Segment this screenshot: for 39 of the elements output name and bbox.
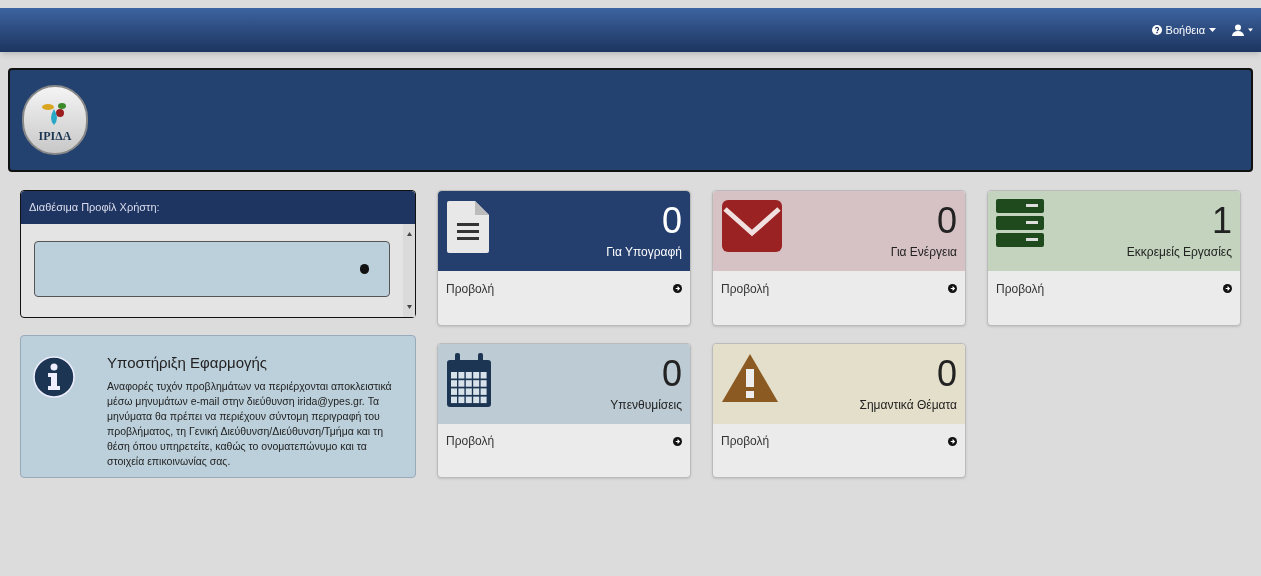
support-title: Υποστήριξη Εφαρμογής — [107, 353, 269, 373]
document-icon — [446, 199, 492, 255]
view-link[interactable]: Προβολή — [713, 271, 965, 306]
profile-item[interactable] — [34, 241, 390, 297]
count: 0 — [936, 199, 957, 243]
caret-icon — [1248, 28, 1253, 32]
info-icon — [33, 356, 75, 398]
panel-title: Διαθέσιμα Προφίλ Χρήστη: — [21, 191, 415, 224]
arrow-circle-icon — [1223, 284, 1232, 293]
scroll-down-icon — [406, 305, 412, 309]
help-menu[interactable]: Βοήθεια — [1151, 21, 1216, 39]
arrow-circle-icon — [948, 436, 957, 446]
card-label: Για Ενέργεια — [890, 244, 957, 261]
view-link[interactable]: Προβολή — [988, 271, 1240, 306]
card-label: Εκκρεμείς Εργασίες — [1126, 244, 1232, 261]
card-label: Σημαντικά Θέματα — [859, 396, 957, 414]
arrow-circle-icon — [673, 436, 682, 446]
scroll-up-icon — [406, 232, 412, 236]
user-icon — [1232, 24, 1244, 36]
scrollbar[interactable] — [403, 224, 415, 317]
arrow-circle-icon — [673, 284, 682, 293]
view-link[interactable]: Προβολή — [438, 423, 690, 459]
view-link[interactable]: Προβολή — [713, 423, 965, 459]
logo-text: ΙΡΙΔΑ — [38, 128, 72, 145]
user-menu[interactable] — [1232, 24, 1253, 36]
envelope-icon — [721, 199, 783, 253]
count: 0 — [661, 351, 682, 396]
help-icon — [1151, 25, 1162, 35]
card-label: Υπενθυμίσεις — [610, 396, 682, 414]
card-label: Για Υπογραφή — [606, 244, 682, 261]
arrow-circle-icon — [948, 284, 957, 293]
count: 0 — [936, 351, 957, 396]
support-text: Αναφορές τυχόν προβλημάτων να περιέρχονται αποκλειστικά μέσω μηνυμάτων e-mail στην διεύθυνση irida@ypes.gr. Τα μηνύματα θα πρέπει να περιέχουν σύντομη περιγραφή του προβλήματος, τη Γενική Διεύθυνση/Διεύθυνση/Τμήμα και τη θέση όπου υπηρετείτε, καθώς το ονοματεπώνυμο και τα στοιχεία επικοινωνίας σας. — [107, 378, 393, 469]
server-icon — [996, 199, 1044, 249]
count: 0 — [661, 199, 682, 243]
calendar-icon — [446, 351, 492, 408]
view-link[interactable]: Προβολή — [438, 271, 690, 306]
caret-icon — [1209, 28, 1216, 32]
count: 1 — [1211, 199, 1232, 243]
